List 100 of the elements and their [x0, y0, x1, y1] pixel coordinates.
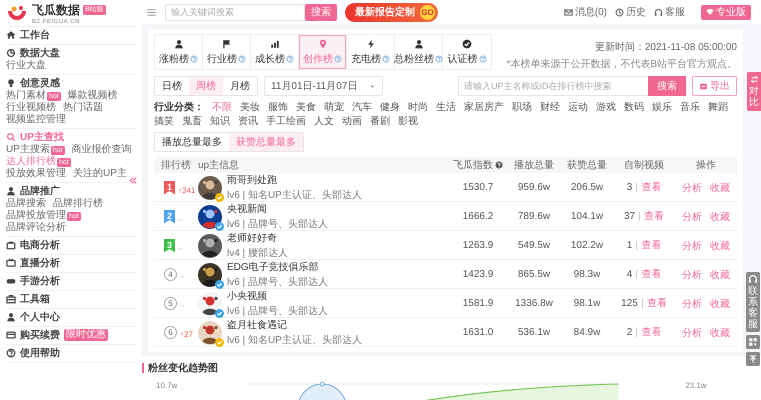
category-option[interactable]: 服饰 [268, 101, 288, 114]
sidebar-item[interactable]: 品牌搜索 [6, 198, 46, 210]
sidebar-item[interactable]: 视频监控管理 [6, 114, 66, 126]
nav-item[interactable]: 工具箱 [6, 292, 50, 306]
nav-item[interactable]: 创意灵感 [6, 76, 60, 90]
category-option[interactable]: 音乐 [680, 101, 700, 114]
ranking-tab[interactable]: 行业榜 [203, 35, 251, 69]
qr-code-icon [748, 337, 758, 347]
creator-name[interactable]: 老师好好奇 [227, 231, 288, 245]
category-option[interactable]: 财经 [540, 101, 560, 114]
pie-chart-icon [6, 48, 16, 58]
nav-item[interactable]: 工作台 [6, 28, 50, 42]
nav-item[interactable]: 购买续费 [6, 328, 60, 342]
back-to-top-button[interactable] [746, 352, 760, 366]
category-option[interactable]: 娱乐 [652, 101, 672, 114]
category-option[interactable]: 游戏 [596, 101, 616, 114]
sidebar-item[interactable]: 爆款视频榜 [68, 90, 118, 102]
help-icon [495, 161, 503, 169]
creator-name[interactable]: 央视新闻 [227, 202, 328, 216]
axis-label: 10.7w [156, 381, 178, 390]
category-option[interactable]: 数码 [624, 101, 644, 114]
category-option[interactable]: 资讯 [238, 115, 258, 128]
flag-icon [222, 38, 232, 48]
column-header: 排行榜 [161, 158, 191, 172]
category-option[interactable]: 家居房产 [464, 101, 504, 114]
header-link[interactable]: 消息(0) [564, 5, 607, 19]
sidebar-item[interactable]: 投放效果管理 [6, 168, 66, 180]
category-option[interactable]: 时尚 [408, 101, 428, 114]
category-option[interactable]: 搞笑 [154, 115, 174, 128]
nav-item[interactable]: 数据大盘 [6, 46, 60, 60]
collapse-icon[interactable] [128, 176, 137, 185]
ranking-tab[interactable]: 认证榜 [443, 35, 491, 69]
table-cell: 1 [626, 240, 632, 251]
category-option[interactable]: 鬼畜 [182, 115, 202, 128]
category-option[interactable]: 汽车 [352, 101, 372, 114]
ranking-search-field[interactable]: 请输入UP主名称或ID在排行榜中搜索 [458, 76, 648, 96]
menu-icon[interactable] [146, 6, 157, 18]
date-range-picker[interactable]: 11月01日-11月07日 [264, 76, 384, 96]
sidebar-item[interactable]: 热门素材 [6, 90, 46, 102]
creator-name[interactable]: 盗月社食遇记 [227, 318, 362, 332]
sidebar-item[interactable]: 热门话题 [63, 102, 103, 114]
category-option[interactable]: 舞蹈 [708, 101, 728, 114]
header-link[interactable]: 客服 [654, 5, 685, 19]
table-cell: 125 [621, 298, 638, 309]
period-tab[interactable]: 日榜 [155, 77, 189, 95]
ranking-tab[interactable]: 总粉丝榜 [395, 35, 443, 69]
column-header: 获赞总量 [567, 158, 607, 172]
sidebar-item[interactable]: 品牌投放管理 [6, 210, 66, 222]
column-header: 操作 [696, 159, 716, 172]
category-option[interactable]: 影视 [398, 115, 418, 128]
sidebar-item[interactable]: 品牌排行榜 [53, 198, 103, 210]
table-cell: 2 [626, 327, 632, 338]
pin-icon [318, 38, 328, 48]
sidebar-item[interactable]: 行业视频榜 [6, 102, 56, 114]
qr-code-button[interactable] [746, 335, 760, 349]
nav-item[interactable]: 电商分析 [6, 238, 60, 252]
category-option[interactable]: 人文 [314, 115, 334, 128]
sidebar-item[interactable]: 品牌评论分析 [6, 222, 66, 234]
creator-name[interactable]: 小央视频 [227, 289, 328, 303]
nav-item[interactable]: 手游分析 [6, 274, 60, 288]
ranking-tab[interactable]: 涨粉榜 [155, 35, 203, 69]
card-icon [6, 330, 16, 340]
category-option[interactable]: 美食 [296, 101, 316, 114]
category-option[interactable]: 动画 [342, 115, 362, 128]
sidebar-item[interactable]: UP主搜索 [6, 144, 50, 156]
banner-title: 最新报告定制 [355, 5, 415, 19]
category-option[interactable]: 知识 [210, 115, 230, 128]
period-tab[interactable]: 月榜 [223, 77, 257, 95]
sort-tab[interactable]: 播放总量最多 [155, 133, 229, 151]
nav-item[interactable]: 品牌推广 [6, 184, 60, 198]
category-option[interactable]: 美妆 [240, 101, 260, 114]
creator-name[interactable]: 雨哥到处跑 [227, 173, 362, 187]
nav-item[interactable]: 直播分析 [6, 256, 60, 270]
category-option[interactable]: 手工绘画 [266, 115, 306, 128]
rank-change: – [178, 214, 182, 224]
diamond-icon [706, 8, 714, 16]
ranking-tab[interactable]: 充电榜 [347, 35, 395, 69]
tv-icon [6, 258, 16, 268]
creator-name[interactable]: EDG电子竞技俱乐部 [227, 260, 328, 274]
column-header: 播放总量 [514, 158, 554, 172]
promo-banner[interactable]: 最新报告定制 GO [345, 2, 438, 22]
category-option[interactable]: 职场 [512, 101, 532, 114]
category-option[interactable]: 萌宠 [324, 101, 344, 114]
brand-name: 飞瓜数据 [32, 2, 80, 18]
gamepad-icon [6, 276, 16, 286]
nav-item[interactable]: 个人中心 [6, 310, 60, 324]
creator-tags: lv6 | 知名UP主认证、头部达人 [227, 188, 362, 202]
category-option[interactable]: 运动 [568, 101, 588, 114]
rank-ribbon: 3 [164, 238, 175, 252]
category-option[interactable]: 生活 [436, 101, 456, 114]
search-field[interactable]: 输入关键词搜索 [165, 4, 305, 20]
sidebar-item[interactable]: 商业报价查询 [72, 144, 132, 156]
category-option[interactable]: 番剧 [370, 115, 390, 128]
sidebar-item[interactable]: 关注的UP主 [73, 168, 127, 180]
header-link[interactable]: 历史 [615, 5, 646, 19]
disclaimer-text: *本榜单来源于公开数据，不代表B站平台官方观点。 [506, 58, 737, 71]
sidebar-item[interactable]: 行业大盘 [6, 60, 46, 72]
filter-label: 行业分类： [154, 101, 204, 114]
category-option[interactable]: 健身 [380, 101, 400, 114]
nav-item[interactable]: 使用帮助 [6, 346, 60, 360]
